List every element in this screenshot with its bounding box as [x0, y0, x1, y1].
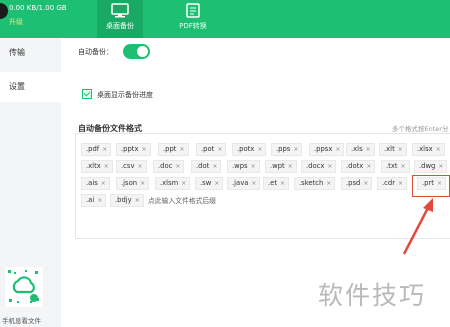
- format-tag[interactable]: .json ×: [116, 177, 150, 190]
- format-tag[interactable]: .et ×: [263, 177, 290, 190]
- remove-tag-icon[interactable]: ×: [280, 180, 285, 187]
- format-tag[interactable]: .bdjy ×: [110, 194, 144, 207]
- format-tag[interactable]: .xlsx ×: [412, 143, 445, 156]
- remove-tag-icon[interactable]: ×: [398, 180, 403, 187]
- sidebar-item-label: 设置: [9, 82, 25, 91]
- show-progress-checkbox[interactable]: [82, 89, 92, 99]
- remove-tag-icon[interactable]: ×: [137, 163, 142, 170]
- format-tag[interactable]: .dwg ×: [414, 160, 448, 173]
- tab-pdf-convert[interactable]: PDF转换: [170, 0, 216, 38]
- format-tag[interactable]: .doc ×: [153, 160, 185, 173]
- format-tag[interactable]: .xlt ×: [379, 143, 407, 156]
- format-tag[interactable]: .csv ×: [116, 160, 147, 173]
- format-tag[interactable]: .xltx ×: [81, 160, 113, 173]
- tab-label: 桌面备份: [106, 22, 134, 30]
- cloud-logo-icon: [7, 269, 41, 305]
- format-tag[interactable]: .dot ×: [191, 160, 222, 173]
- mobile-app-qrcode: [5, 267, 43, 307]
- sidebar-item-settings[interactable]: 设置: [0, 72, 61, 102]
- storage-usage: 0.00 KB/1.00 GB: [9, 4, 67, 12]
- upgrade-link[interactable]: 升级: [9, 17, 23, 27]
- format-tag[interactable]: .wpt ×: [265, 160, 297, 173]
- format-tag[interactable]: .pot ×: [196, 143, 227, 156]
- format-tag[interactable]: .potx ×: [232, 143, 267, 156]
- sidebar-item-transfer[interactable]: 传输: [0, 38, 61, 68]
- annotation-arrow-icon: [402, 198, 433, 255]
- remove-tag-icon[interactable]: ×: [398, 146, 403, 153]
- remove-tag-icon[interactable]: ×: [214, 180, 219, 187]
- remove-tag-icon[interactable]: ×: [293, 146, 298, 153]
- remove-tag-icon[interactable]: ×: [140, 180, 145, 187]
- format-tag-input[interactable]: 点此输入文件格式后缀: [148, 195, 216, 205]
- remove-tag-icon[interactable]: ×: [438, 163, 443, 170]
- format-tag[interactable]: .xlsm ×: [155, 177, 191, 190]
- format-tag[interactable]: .dotx ×: [341, 160, 376, 173]
- format-tag[interactable]: .ppt ×: [158, 143, 189, 156]
- format-tag[interactable]: .sw ×: [195, 177, 224, 190]
- tab-desktop-backup[interactable]: 桌面备份: [97, 0, 143, 38]
- remove-tag-icon[interactable]: ×: [326, 180, 331, 187]
- format-tag[interactable]: .ai ×: [81, 194, 107, 207]
- format-tag[interactable]: .pps ×: [271, 143, 303, 156]
- annotation-highlight-box: [412, 175, 450, 197]
- remove-tag-icon[interactable]: ×: [327, 163, 332, 170]
- remove-tag-icon[interactable]: ×: [181, 180, 186, 187]
- qr-caption: 手机息看文件: [2, 317, 41, 325]
- format-tag[interactable]: .java ×: [227, 177, 261, 190]
- remove-tag-icon[interactable]: ×: [101, 180, 106, 187]
- avatar[interactable]: [0, 3, 8, 19]
- remove-tag-icon[interactable]: ×: [335, 146, 340, 153]
- formats-hint: 多个格式按Enter分: [392, 125, 449, 133]
- format-tag[interactable]: .pdf ×: [81, 143, 112, 156]
- remove-tag-icon[interactable]: ×: [251, 180, 256, 187]
- format-tag[interactable]: .ppsx ×: [309, 143, 345, 156]
- format-tag-box[interactable]: .pdf × .pptx × .ppt × .pot × .potx × .pps × .p…: [75, 133, 450, 239]
- remove-tag-icon[interactable]: ×: [141, 146, 146, 153]
- format-tag[interactable]: .wps ×: [227, 160, 260, 173]
- top-bar: 0.00 KB/1.00 GB 升级 桌面备份 PDF转换: [0, 0, 450, 38]
- show-progress-label: 桌面显示备份进度: [97, 91, 153, 99]
- auto-backup-label: 自动备份：: [78, 48, 113, 56]
- remove-tag-icon[interactable]: ×: [366, 163, 371, 170]
- monitor-icon: [111, 3, 129, 18]
- remove-tag-icon[interactable]: ×: [212, 163, 217, 170]
- format-tag[interactable]: .psd ×: [341, 177, 373, 190]
- sidebar-item-label: 传输: [9, 48, 25, 57]
- remove-tag-icon[interactable]: ×: [366, 146, 371, 153]
- format-tag[interactable]: .docx ×: [301, 160, 337, 173]
- remove-tag-icon[interactable]: ×: [97, 197, 102, 204]
- remove-tag-icon[interactable]: ×: [257, 146, 262, 153]
- format-tag[interactable]: .txt ×: [381, 160, 410, 173]
- remove-tag-icon[interactable]: ×: [288, 163, 293, 170]
- remove-tag-icon[interactable]: ×: [251, 163, 256, 170]
- remove-tag-icon[interactable]: ×: [175, 163, 180, 170]
- format-tag[interactable]: .cdr ×: [377, 177, 408, 190]
- format-tag[interactable]: .sketch ×: [294, 177, 336, 190]
- auto-backup-toggle[interactable]: [123, 44, 150, 59]
- remove-tag-icon[interactable]: ×: [102, 146, 107, 153]
- format-tag[interactable]: .pptx ×: [116, 143, 151, 156]
- pdf-convert-icon: [186, 3, 200, 18]
- remove-tag-icon[interactable]: ×: [401, 163, 406, 170]
- format-tag[interactable]: .xls ×: [346, 143, 375, 156]
- remove-tag-icon[interactable]: ×: [436, 146, 441, 153]
- remove-tag-icon[interactable]: ×: [104, 163, 109, 170]
- format-tag[interactable]: .ais ×: [81, 177, 110, 190]
- tab-label: PDF转换: [179, 22, 207, 30]
- remove-tag-icon[interactable]: ×: [217, 146, 222, 153]
- remove-tag-icon[interactable]: ×: [179, 146, 184, 153]
- remove-tag-icon[interactable]: ×: [135, 197, 140, 204]
- remove-tag-icon[interactable]: ×: [363, 180, 368, 187]
- watermark-text: 软件技巧: [318, 281, 427, 310]
